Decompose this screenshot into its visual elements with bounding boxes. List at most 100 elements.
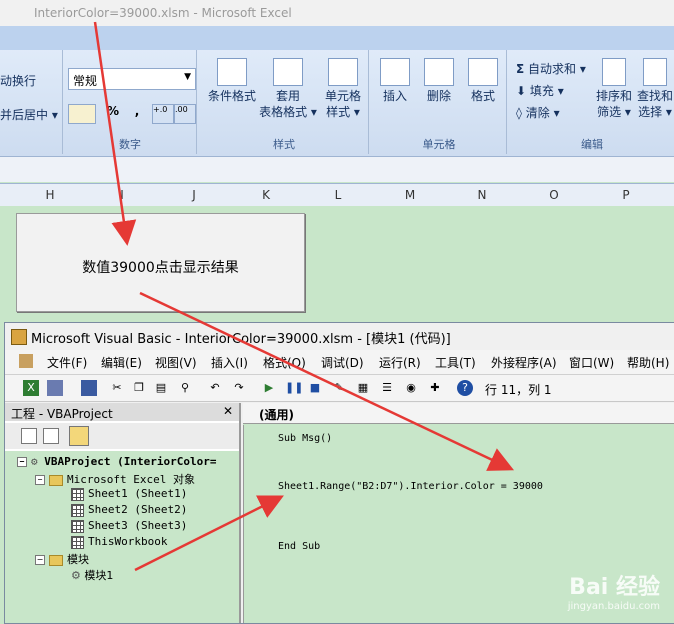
menu-window[interactable]: 窗口(W): [569, 354, 614, 371]
tree-project-root-label: VBAProject (InteriorColor=: [44, 455, 217, 468]
delete-button[interactable]: 删除: [418, 58, 460, 104]
format-button[interactable]: 格式: [462, 58, 504, 104]
cells-group-label: 单元格: [422, 138, 456, 151]
tree-item-sheet1[interactable]: Sheet1 (Sheet1): [71, 487, 187, 501]
paste-icon[interactable]: ▤: [153, 380, 169, 396]
column-header[interactable]: P: [616, 188, 636, 202]
save-icon[interactable]: [81, 380, 97, 396]
cell-styles-button[interactable]: 单元格 样式 ▾: [318, 58, 368, 120]
object-browser-icon[interactable]: ◉: [403, 380, 419, 396]
column-header[interactable]: O: [544, 188, 564, 202]
editing-group-label: 编辑: [581, 138, 603, 151]
tree-excel-objects[interactable]: − Microsoft Excel 对象: [35, 471, 195, 487]
tree-modules[interactable]: − 模块: [35, 551, 89, 567]
excel-view-icon[interactable]: X: [23, 380, 39, 396]
module-icon: ⚙: [71, 569, 81, 582]
sort-filter-icon: [602, 58, 626, 86]
project-tree: − ⚙ VBAProject (InteriorColor= − Microsoft…: [5, 451, 239, 623]
workbook-icon: [71, 535, 84, 549]
formula-bar[interactable]: [0, 157, 674, 182]
toggle-folders-icon[interactable]: [69, 426, 89, 446]
insert-module-icon[interactable]: [47, 380, 63, 396]
cell-styles-label-1: 单元格: [324, 89, 361, 103]
worksheet-icon: [71, 503, 84, 517]
tree-excel-objects-label: Microsoft Excel 对象: [67, 473, 195, 486]
tree-item-module1[interactable]: ⚙ 模块1: [71, 567, 113, 583]
close-icon[interactable]: ✕: [223, 404, 233, 418]
vb-app-icon: [11, 329, 27, 345]
menu-edit[interactable]: 编辑(E): [101, 354, 142, 371]
project-explorer-header: 工程 - VBAProject ✕: [5, 403, 239, 421]
menu-tools[interactable]: 工具(T): [435, 354, 476, 371]
number-format-select[interactable]: 常规 ▼: [68, 68, 196, 90]
menu-addins[interactable]: 外接程序(A): [491, 354, 557, 371]
tree-item-thisworkbook[interactable]: ThisWorkbook: [71, 535, 167, 549]
stop-icon[interactable]: ■: [307, 380, 323, 396]
project-explorer-icon[interactable]: ▦: [355, 380, 371, 396]
code-object-value: (通用): [259, 408, 294, 422]
format-cells-icon: [468, 58, 498, 86]
wrap-text-button[interactable]: 动换行: [0, 72, 36, 89]
pause-icon[interactable]: ❚❚: [285, 380, 303, 396]
collapse-icon[interactable]: −: [35, 475, 45, 485]
undo-icon[interactable]: ↶: [207, 380, 223, 396]
menu-format[interactable]: 格式(O): [263, 354, 306, 371]
tree-project-root[interactable]: − ⚙ VBAProject (InteriorColor=: [17, 455, 216, 468]
sort-filter-button[interactable]: 排序和 筛选 ▾: [594, 58, 634, 120]
clear-button[interactable]: ◊ 清除 ▾: [516, 104, 560, 121]
conditional-format-button[interactable]: 条件格式: [204, 58, 260, 104]
collapse-icon[interactable]: −: [35, 555, 45, 565]
increase-decimal-icon[interactable]: +.0: [152, 104, 174, 124]
comma-button[interactable]: ,: [130, 104, 144, 118]
properties-icon[interactable]: ☰: [379, 380, 395, 396]
find-icon[interactable]: ⚲: [177, 380, 193, 396]
percent-button[interactable]: %: [104, 104, 122, 118]
fill-button[interactable]: ⬇ 填充 ▾: [516, 82, 564, 99]
excel-window-title: InteriorColor=39000.xlsm - Microsoft Exc…: [34, 6, 292, 20]
copy-icon[interactable]: ❐: [131, 380, 147, 396]
menu-view[interactable]: 视图(V): [155, 354, 197, 371]
tree-item-sheet3[interactable]: Sheet3 (Sheet3): [71, 519, 187, 533]
collapse-icon[interactable]: −: [17, 457, 27, 467]
find-select-button[interactable]: 查找和 选择 ▾: [636, 58, 674, 120]
autosum-label: 自动求和 ▾: [528, 62, 586, 76]
toolbox-icon[interactable]: ✚: [427, 380, 443, 396]
column-header[interactable]: K: [256, 188, 276, 202]
format-as-table-button[interactable]: 套用 表格格式 ▾: [258, 58, 318, 120]
code-object-dropdown[interactable]: (通用): [243, 403, 674, 424]
cut-icon[interactable]: ✂: [109, 380, 125, 396]
column-header[interactable]: M: [400, 188, 420, 202]
number-format-value: 常规: [73, 74, 98, 88]
menu-run[interactable]: 运行(R): [379, 354, 421, 371]
tree-item-sheet2[interactable]: Sheet2 (Sheet2): [71, 503, 187, 517]
menu-insert[interactable]: 插入(I): [211, 354, 248, 371]
menu-file[interactable]: 文件(F): [47, 354, 87, 371]
run-icon[interactable]: ▶: [261, 380, 277, 396]
decrease-decimal-icon[interactable]: .00: [174, 104, 196, 124]
menu-help[interactable]: 帮助(H): [627, 354, 669, 371]
merge-center-button[interactable]: 并后居中 ▾: [0, 106, 58, 123]
view-object-icon[interactable]: [43, 428, 59, 444]
view-code-icon[interactable]: [21, 428, 37, 444]
macro-run-button[interactable]: 数值39000点击显示结果: [16, 213, 305, 312]
design-mode-icon[interactable]: ✎: [331, 380, 347, 396]
fill-down-icon: ⬇: [516, 84, 527, 98]
menu-debug[interactable]: 调试(D): [321, 354, 364, 371]
column-header[interactable]: H: [40, 188, 60, 202]
format-label: 格式: [470, 89, 495, 103]
column-header[interactable]: I: [112, 188, 132, 202]
code-line: Sub Msg(): [278, 433, 333, 444]
currency-icon[interactable]: [68, 104, 96, 124]
column-header[interactable]: J: [184, 188, 204, 202]
table-format-label-1: 套用: [275, 89, 300, 103]
column-header[interactable]: L: [328, 188, 348, 202]
autosum-button[interactable]: Σ 自动求和 ▾: [516, 60, 586, 77]
delete-label: 删除: [426, 89, 451, 103]
column-header[interactable]: N: [472, 188, 492, 202]
editing-group: Σ 自动求和 ▾ ⬇ 填充 ▾ ◊ 清除 ▾ 排序和 筛选 ▾ 查找和 选择 ▾…: [510, 50, 674, 154]
help-icon[interactable]: ?: [457, 380, 473, 396]
redo-icon[interactable]: ↷: [231, 380, 247, 396]
insert-cells-icon: [380, 58, 410, 86]
excel-title-bar: InteriorColor=39000.xlsm - Microsoft Exc…: [0, 0, 674, 26]
insert-button[interactable]: 插入: [374, 58, 416, 104]
